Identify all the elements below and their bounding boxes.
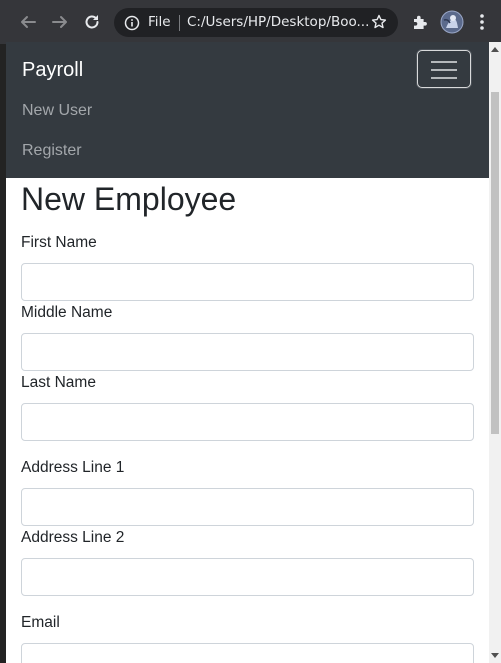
- address-separator: [179, 15, 180, 31]
- reload-button[interactable]: [78, 8, 106, 36]
- vertical-scrollbar[interactable]: [489, 42, 501, 663]
- email-label: Email: [21, 614, 60, 631]
- address-line-1-input[interactable]: [21, 488, 474, 526]
- address-line-2-label: Address Line 2: [21, 529, 125, 546]
- back-arrow-icon: [21, 16, 36, 28]
- profile-avatar-button[interactable]: [438, 8, 466, 36]
- first-name-input[interactable]: [21, 263, 474, 301]
- address-line-1-label: Address Line 1: [21, 459, 125, 476]
- site-info-icon[interactable]: [124, 15, 140, 34]
- browser-toolbar: File C:/Users/HP/Desktop/Boo...: [0, 0, 501, 44]
- browser-window: File C:/Users/HP/Desktop/Boo... Payroll …: [0, 0, 501, 663]
- page-viewport: Payroll New User Register New Employee F…: [6, 42, 489, 663]
- address-bar[interactable]: File C:/Users/HP/Desktop/Boo...: [114, 8, 398, 37]
- kebab-menu-icon: [480, 14, 484, 30]
- reload-icon: [85, 15, 99, 29]
- middle-name-input[interactable]: [21, 333, 474, 371]
- url-scheme-label: File: [148, 14, 171, 30]
- nav-link-new-user[interactable]: New User: [22, 102, 92, 120]
- avatar: [440, 10, 464, 34]
- first-name-label: First Name: [21, 234, 97, 251]
- nav-link-register[interactable]: Register: [22, 142, 82, 160]
- extensions-button[interactable]: [406, 8, 434, 36]
- scroll-up-arrow-icon[interactable]: [489, 42, 501, 56]
- puzzle-piece-icon: [414, 15, 427, 29]
- navbar: Payroll New User Register: [6, 42, 489, 178]
- middle-name-label: Middle Name: [21, 304, 113, 321]
- back-button[interactable]: [14, 8, 42, 36]
- bookmark-star-icon[interactable]: [371, 14, 387, 33]
- url-text[interactable]: C:/Users/HP/Desktop/Boo...: [187, 14, 369, 30]
- last-name-input[interactable]: [21, 403, 474, 441]
- forward-arrow-icon: [52, 16, 67, 28]
- forward-button[interactable]: [46, 8, 74, 36]
- address-line-2-input[interactable]: [21, 558, 474, 596]
- last-name-label: Last Name: [21, 374, 96, 391]
- scrollbar-thumb[interactable]: [491, 92, 499, 434]
- page-title: New Employee: [21, 181, 237, 217]
- browser-menu-button[interactable]: [472, 8, 492, 36]
- email-input[interactable]: [21, 643, 474, 663]
- navbar-brand[interactable]: Payroll: [22, 59, 83, 82]
- scroll-down-arrow-icon[interactable]: [489, 649, 501, 663]
- navbar-toggler-button[interactable]: [417, 50, 471, 88]
